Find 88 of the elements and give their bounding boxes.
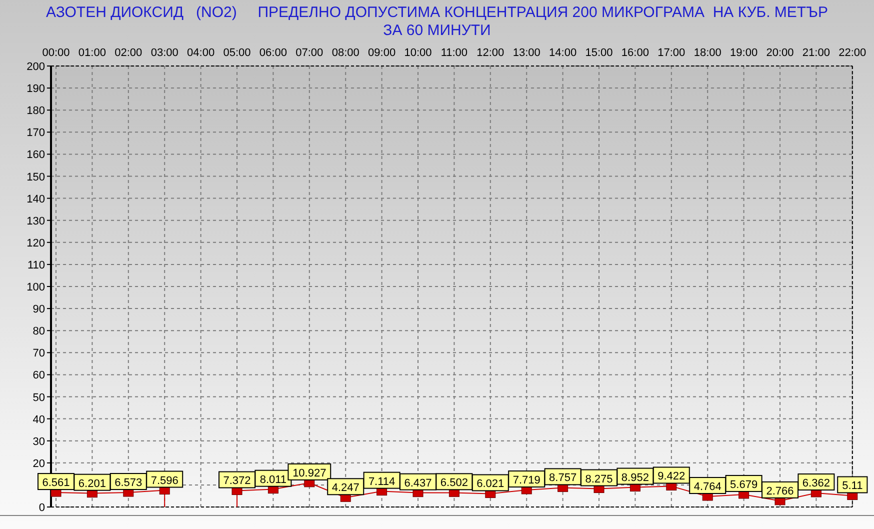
- x-tick-label: 10:00: [404, 47, 432, 59]
- data-label: 6.021: [476, 478, 504, 490]
- data-label: 4.764: [689, 477, 726, 494]
- x-tick-label: 06:00: [259, 47, 287, 59]
- data-label: 6.573: [114, 477, 142, 490]
- y-tick-label: 80: [32, 326, 45, 338]
- data-label: 4.764: [694, 480, 722, 493]
- x-tick-label: 14:00: [549, 47, 577, 59]
- x-tick-label: 03:00: [150, 47, 178, 59]
- x-tick-label: 09:00: [368, 47, 396, 59]
- data-label: 2.766: [766, 485, 794, 498]
- data-label: 7.596: [150, 474, 178, 487]
- data-label: 4.247: [332, 482, 360, 494]
- data-label: 6.362: [802, 477, 830, 490]
- x-tick-label: 20:00: [766, 47, 794, 59]
- data-label: 5.11: [837, 476, 868, 494]
- y-tick-label: 160: [26, 149, 45, 162]
- data-label: 6.201: [74, 474, 111, 491]
- data-label: 6.502: [440, 477, 468, 490]
- y-tick-label: 120: [26, 237, 45, 250]
- data-label: 8.275: [585, 473, 613, 486]
- data-label: 6.021: [472, 474, 509, 492]
- data-label: 7.372: [218, 471, 256, 488]
- chart-title: АЗОТЕН ДИОКСИД (NO2) ПРЕДЕЛНО ДОПУСТИМА КОНЦЕНТРАЦИЯ 200 МИКРОГРАМА НА КУБ. МЕТЪР ЗА 60 МИНУТИ: [45, 3, 829, 41]
- x-tick-label: 08:00: [332, 47, 360, 59]
- data-label: 5.11: [842, 480, 863, 492]
- y-tick-label: 70: [32, 348, 45, 360]
- data-label: 6.437: [404, 477, 432, 490]
- data-label: 8.757: [544, 468, 582, 486]
- data-label: 8.275: [580, 469, 618, 486]
- data-label: 7.372: [223, 475, 251, 488]
- x-tick-label: 19:00: [730, 47, 758, 59]
- data-label: 7.114: [363, 472, 400, 489]
- y-tick-label: 130: [26, 215, 45, 228]
- x-tick-label: 07:00: [296, 47, 324, 59]
- data-label: 6.561: [42, 477, 70, 490]
- data-label: 5.679: [725, 474, 762, 492]
- data-label: 5.679: [730, 478, 758, 491]
- data-label: 6.437: [400, 473, 436, 490]
- y-tick-label: 190: [26, 83, 45, 96]
- data-label: 6.573: [110, 473, 147, 490]
- y-tick-label: 90: [32, 304, 45, 316]
- x-tick-label: 17:00: [658, 47, 686, 59]
- y-tick-label: 180: [26, 105, 45, 118]
- x-tick-label: 13:00: [512, 47, 540, 59]
- data-label: 6.201: [78, 478, 106, 490]
- data-label: 7.719: [508, 470, 546, 488]
- data-label: 8.952: [616, 468, 654, 485]
- y-tick-label: 150: [26, 171, 45, 184]
- y-tick-label: 0: [38, 502, 45, 514]
- x-tick-label: 00:00: [42, 47, 70, 59]
- data-label: 6.502: [436, 473, 473, 490]
- y-tick-label: 30: [32, 436, 45, 448]
- x-tick-label: 11:00: [440, 47, 468, 59]
- data-label: 8.757: [549, 472, 577, 484]
- x-tick-label: 04:00: [187, 47, 215, 59]
- data-label: 9.422: [652, 466, 690, 484]
- y-tick-label: 140: [26, 193, 45, 206]
- data-label: 7.596: [146, 470, 184, 488]
- y-tick-label: 100: [26, 282, 45, 294]
- data-label: 8.952: [621, 472, 649, 484]
- x-tick-label: 16:00: [621, 47, 649, 59]
- x-tick-label: 01:00: [78, 47, 106, 59]
- y-tick-label: 60: [32, 370, 45, 382]
- y-tick-label: 170: [26, 127, 45, 140]
- data-label: 10.927: [292, 467, 326, 480]
- data-label: 6.362: [798, 473, 835, 490]
- y-tick-label: 20: [32, 458, 45, 470]
- data-label: 8.011: [260, 474, 287, 486]
- data-label: 9.422: [658, 470, 686, 483]
- y-tick-label: 200: [26, 61, 45, 73]
- data-label: 7.114: [368, 476, 396, 488]
- data-label: 2.766: [762, 481, 798, 498]
- y-tick-label: 110: [27, 259, 45, 272]
- x-tick-label: 15:00: [585, 47, 613, 59]
- data-label: 10.927: [288, 463, 332, 480]
- y-tick-label: 50: [32, 392, 45, 404]
- x-tick-label: 12:00: [476, 47, 504, 59]
- y-tick-label: 40: [32, 414, 45, 426]
- x-tick-label: 22:00: [838, 47, 866, 59]
- data-label: 4.247: [327, 478, 364, 496]
- data-label: 6.561: [38, 473, 74, 490]
- x-tick-label: 21:00: [802, 47, 830, 59]
- data-label: 7.719: [512, 474, 540, 486]
- x-tick-label: 18:00: [694, 47, 722, 59]
- x-tick-label: 05:00: [223, 47, 251, 59]
- data-label: 8.011: [254, 470, 292, 487]
- x-tick-label: 02:00: [114, 47, 142, 59]
